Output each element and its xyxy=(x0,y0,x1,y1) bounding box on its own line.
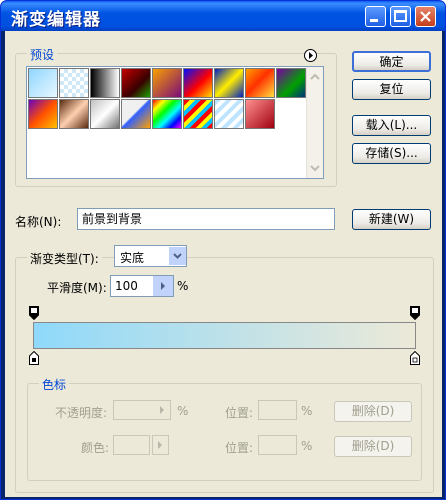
gradient-editor-window: 渐变编辑器 预设 确定 复位 载入(L)... 存储(S)... 名称(N): … xyxy=(0,0,446,500)
gradient-preset-4[interactable] xyxy=(121,68,151,98)
arrow-right-icon xyxy=(161,282,165,290)
arrow-right-icon xyxy=(158,441,162,449)
smoothness-slider-button[interactable] xyxy=(153,276,173,296)
arrow-right-icon xyxy=(160,406,164,414)
color-swatch-field[interactable] xyxy=(113,435,150,455)
minimize-button[interactable] xyxy=(365,6,386,27)
gradient-preset-13[interactable] xyxy=(121,99,151,129)
gradient-type-value: 实底 xyxy=(120,251,145,265)
chevron-down-icon xyxy=(173,253,182,259)
gradient-preset-7[interactable] xyxy=(214,68,244,98)
gradient-preset-5[interactable] xyxy=(152,68,182,98)
gradient-preset-1[interactable] xyxy=(28,68,58,98)
name-field[interactable]: 前景到背景 xyxy=(77,208,335,230)
smoothness-percent: % xyxy=(177,279,189,293)
gradient-preset-14[interactable] xyxy=(152,99,182,129)
color-stop-right[interactable] xyxy=(410,351,420,365)
presets-label: 预设 xyxy=(27,46,58,63)
color-picker-button[interactable] xyxy=(152,435,169,455)
name-label: 名称(N): xyxy=(15,215,62,229)
gradient-type-label: 渐变类型(T): xyxy=(27,250,102,267)
scroll-up-icon[interactable] xyxy=(307,69,323,85)
dialog-body: 预设 确定 复位 载入(L)... 存储(S)... 名称(N): 前景到背景 … xyxy=(5,31,442,497)
opacity-unit: % xyxy=(177,404,189,418)
color-stops-label: 色标 xyxy=(39,376,70,393)
opacity-stop-right[interactable] xyxy=(410,306,420,320)
gradient-type-select[interactable]: 实底 xyxy=(114,245,187,267)
color-location-unit: % xyxy=(301,439,313,453)
presets-scrollbar[interactable] xyxy=(306,67,323,178)
window-title: 渐变编辑器 xyxy=(11,10,101,30)
opacity-location-unit: % xyxy=(301,404,313,418)
opacity-label: 不透明度: xyxy=(55,406,108,420)
save-button[interactable]: 存储(S)... xyxy=(352,143,431,164)
minimize-icon xyxy=(370,19,378,22)
ok-button[interactable]: 确定 xyxy=(352,51,431,72)
gradient-preset-3[interactable] xyxy=(90,68,120,98)
smoothness-label: 平滑度(M): xyxy=(47,281,107,295)
opacity-stop-left[interactable] xyxy=(29,306,39,320)
opacity-location-field[interactable] xyxy=(258,400,297,420)
color-location-field[interactable] xyxy=(258,435,297,455)
presets-menu-button[interactable] xyxy=(304,49,317,62)
gradient-preset-10[interactable] xyxy=(28,99,58,129)
color-label: 颜色: xyxy=(81,441,110,455)
new-button[interactable]: 新建(W) xyxy=(352,209,431,230)
opacity-location-label: 位置: xyxy=(225,406,254,420)
presets-list xyxy=(26,66,324,179)
close-icon xyxy=(420,11,431,22)
delete-opacity-stop-button[interactable]: 删除(D) xyxy=(334,401,412,422)
gradient-preset-17[interactable] xyxy=(245,99,275,129)
reset-button[interactable]: 复位 xyxy=(352,79,431,100)
gradient-preset-12[interactable] xyxy=(90,99,120,129)
gradient-preset-16[interactable] xyxy=(214,99,244,129)
scroll-down-icon[interactable] xyxy=(307,160,323,176)
opacity-slider-button[interactable] xyxy=(153,401,170,419)
gradient-preset-15[interactable] xyxy=(183,99,213,129)
menu-arrow-icon xyxy=(309,52,313,59)
gradient-preset-6[interactable] xyxy=(183,68,213,98)
maximize-icon xyxy=(394,10,407,22)
gradient-preset-9[interactable] xyxy=(276,68,306,98)
close-button[interactable] xyxy=(415,6,436,27)
gradient-preset-8[interactable] xyxy=(245,68,275,98)
title-bar[interactable]: 渐变编辑器 xyxy=(1,1,445,31)
color-stop-left[interactable] xyxy=(29,351,39,365)
load-button[interactable]: 载入(L)... xyxy=(352,115,431,136)
maximize-button[interactable] xyxy=(390,6,411,27)
gradient-preset-11[interactable] xyxy=(59,99,89,129)
color-location-label: 位置: xyxy=(225,441,254,455)
color-stops-group xyxy=(27,383,422,481)
delete-color-stop-button[interactable]: 删除(D) xyxy=(334,436,412,457)
gradient-preset-2[interactable] xyxy=(59,68,89,98)
dropdown-button[interactable] xyxy=(168,247,186,265)
gradient-preview-bar[interactable] xyxy=(33,322,416,349)
